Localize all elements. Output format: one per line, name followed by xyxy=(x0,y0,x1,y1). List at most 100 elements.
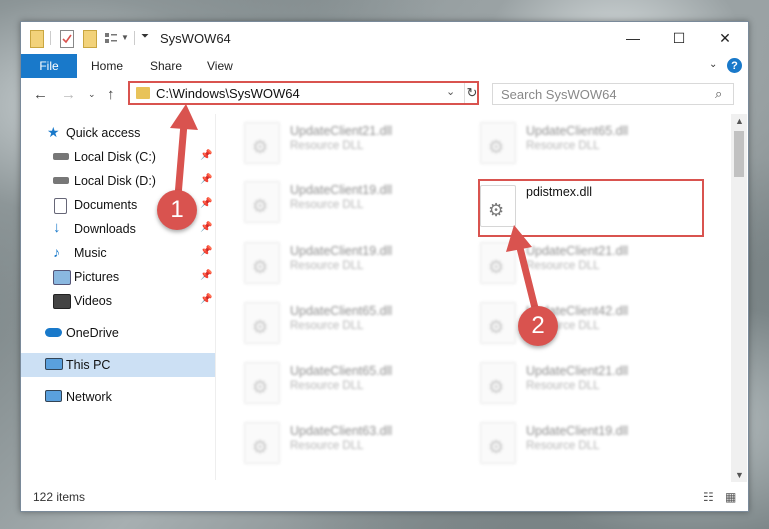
back-arrow-icon[interactable]: ← xyxy=(33,86,48,103)
pictures-icon xyxy=(53,270,71,285)
file-item[interactable]: ⚙ UpdateClient21.dll Resource DLL xyxy=(244,118,474,168)
file-item[interactable]: ⚙ UpdateClient19.dll Resource DLL xyxy=(244,238,474,288)
recent-locations-icon[interactable]: ⌄ xyxy=(88,89,96,100)
expand-ribbon-icon[interactable]: ⌄ xyxy=(709,59,717,70)
sidebar-item-label: Music xyxy=(74,246,107,260)
file-item[interactable]: ⚙ UpdateClient21.dll Resource DLL xyxy=(480,358,710,408)
file-type: Resource DLL xyxy=(290,199,364,211)
file-type: Resource DLL xyxy=(290,320,364,332)
file-name: UpdateClient21.dll xyxy=(526,364,629,378)
search-input[interactable]: Search SysWOW64 ⌕ xyxy=(492,83,734,105)
sidebar-item-local-disk-d[interactable]: Local Disk (D:) 📌 xyxy=(21,169,215,193)
details-view-icon[interactable]: ☷ xyxy=(703,490,714,504)
navigation-bar: ← → ⌄ ↑ C:\Windows\SysWOW64 ⌄ ↻ Search S… xyxy=(21,78,748,112)
maximize-button[interactable]: ☐ xyxy=(656,22,702,54)
file-type: Resource DLL xyxy=(290,260,364,272)
pin-icon[interactable]: 📌 xyxy=(200,222,212,233)
pin-icon[interactable]: 📌 xyxy=(200,174,212,185)
sidebar-item-label: Documents xyxy=(74,198,138,212)
sidebar-item-network[interactable]: Network xyxy=(21,385,215,409)
sidebar-item-label: OneDrive xyxy=(66,326,119,340)
file-item[interactable]: ⚙ UpdateClient63.dll Resource DLL xyxy=(244,418,474,468)
help-icon[interactable]: ? xyxy=(727,58,742,73)
file-name: UpdateClient19.dll xyxy=(526,424,629,438)
title-bar: ▼ ⏷ SysWOW64 — ☐ ✕ xyxy=(21,22,748,54)
ribbon: File Home Share View ⌄ ? xyxy=(21,54,748,79)
download-icon: ↓ xyxy=(53,219,61,236)
dll-file-icon: ⚙ xyxy=(480,242,516,284)
new-folder-icon[interactable] xyxy=(83,30,97,48)
folder-icon xyxy=(30,30,44,48)
chevron-down-icon[interactable]: ▼ xyxy=(121,33,129,49)
dll-file-icon: ⚙ xyxy=(480,422,516,464)
annotation-badge-2: 2 xyxy=(518,306,558,346)
file-explorer-window: ▼ ⏷ SysWOW64 — ☐ ✕ File Home Share View … xyxy=(20,21,749,512)
minimize-button[interactable]: — xyxy=(610,22,656,54)
item-count: 122 items xyxy=(33,490,86,504)
scroll-up-icon[interactable]: ▲ xyxy=(735,116,744,126)
file-item[interactable]: ⚙ UpdateClient42.dll Resource DLL xyxy=(480,298,710,348)
annotation-highlight-box xyxy=(478,179,704,237)
sidebar-item-this-pc[interactable]: This PC xyxy=(21,353,215,377)
up-arrow-icon[interactable]: ↑ xyxy=(107,86,115,103)
document-icon xyxy=(54,198,67,214)
refresh-icon[interactable]: ↻ xyxy=(464,83,479,103)
vertical-scrollbar[interactable]: ▲ ▼ xyxy=(731,114,747,482)
file-name: UpdateClient21.dll xyxy=(526,244,629,258)
tab-home[interactable]: Home xyxy=(91,54,123,78)
cloud-icon xyxy=(45,328,62,337)
file-item[interactable]: ⚙ UpdateClient65.dll Resource DLL xyxy=(244,298,474,348)
file-item[interactable]: ⚙ UpdateClient19.dll Resource DLL xyxy=(244,177,474,227)
sidebar-item-local-disk-c[interactable]: Local Disk (C:) 📌 xyxy=(21,145,215,169)
sidebar-item-label: Network xyxy=(66,390,112,404)
pin-icon[interactable]: 📌 xyxy=(200,270,212,281)
file-item[interactable]: ⚙ UpdateClient65.dll Resource DLL xyxy=(480,118,710,168)
tab-share[interactable]: Share xyxy=(150,54,182,78)
network-icon xyxy=(45,390,62,402)
search-icon[interactable]: ⌕ xyxy=(715,86,722,102)
folder-icon xyxy=(136,87,150,99)
properties-icon[interactable] xyxy=(60,30,74,48)
file-name: UpdateClient21.dll xyxy=(290,124,393,138)
dll-file-icon: ⚙ xyxy=(244,302,280,344)
dll-file-icon: ⚙ xyxy=(244,422,280,464)
quick-access-dropdown-icon[interactable]: ⏷ xyxy=(141,31,149,47)
sidebar-item-videos[interactable]: Videos 📌 xyxy=(21,289,215,313)
pin-icon[interactable]: 📌 xyxy=(200,198,212,209)
large-icons-view-icon[interactable]: ▦ xyxy=(725,490,736,504)
file-item[interactable]: ⚙ UpdateClient65.dll Resource DLL xyxy=(244,358,474,408)
scroll-thumb[interactable] xyxy=(734,131,744,177)
close-button[interactable]: ✕ xyxy=(702,22,748,54)
video-icon xyxy=(53,294,71,309)
sidebar-item-pictures[interactable]: Pictures 📌 xyxy=(21,265,215,289)
address-bar[interactable]: C:\Windows\SysWOW64 ⌄ ↻ xyxy=(128,81,479,105)
sidebar-item-label: Downloads xyxy=(74,222,136,236)
file-name: UpdateClient63.dll xyxy=(290,424,393,438)
tab-file[interactable]: File xyxy=(21,54,77,78)
customize-icon[interactable] xyxy=(104,30,118,46)
scroll-down-icon[interactable]: ▼ xyxy=(735,470,744,480)
address-path[interactable]: C:\Windows\SysWOW64 xyxy=(156,86,300,101)
pin-icon[interactable]: 📌 xyxy=(200,246,212,257)
forward-arrow-icon[interactable]: → xyxy=(61,86,76,103)
tab-view[interactable]: View xyxy=(207,54,233,78)
drive-icon xyxy=(53,177,69,184)
sidebar-item-quick-access[interactable]: ★ Quick access xyxy=(21,121,215,145)
computer-icon xyxy=(45,358,63,370)
file-item[interactable]: ⚙ UpdateClient21.dll Resource DLL xyxy=(480,238,710,288)
sidebar-item-onedrive[interactable]: OneDrive xyxy=(21,321,215,345)
sidebar-item-music[interactable]: ♪ Music 📌 xyxy=(21,241,215,265)
star-icon: ★ xyxy=(47,124,60,140)
file-name: UpdateClient19.dll xyxy=(290,183,393,197)
file-item[interactable]: ⚙ UpdateClient19.dll Resource DLL xyxy=(480,418,710,468)
file-type: Resource DLL xyxy=(526,380,600,392)
chevron-down-icon[interactable]: ⌄ xyxy=(446,85,455,98)
sidebar-item-label: Pictures xyxy=(74,270,120,284)
dll-file-icon: ⚙ xyxy=(244,122,280,164)
file-type: Resource DLL xyxy=(526,260,600,272)
pin-icon[interactable]: 📌 xyxy=(200,150,212,161)
dll-file-icon: ⚙ xyxy=(244,362,280,404)
status-bar: 122 items ☷ ▦ xyxy=(21,484,748,510)
music-icon: ♪ xyxy=(53,244,60,260)
pin-icon[interactable]: 📌 xyxy=(200,294,212,305)
